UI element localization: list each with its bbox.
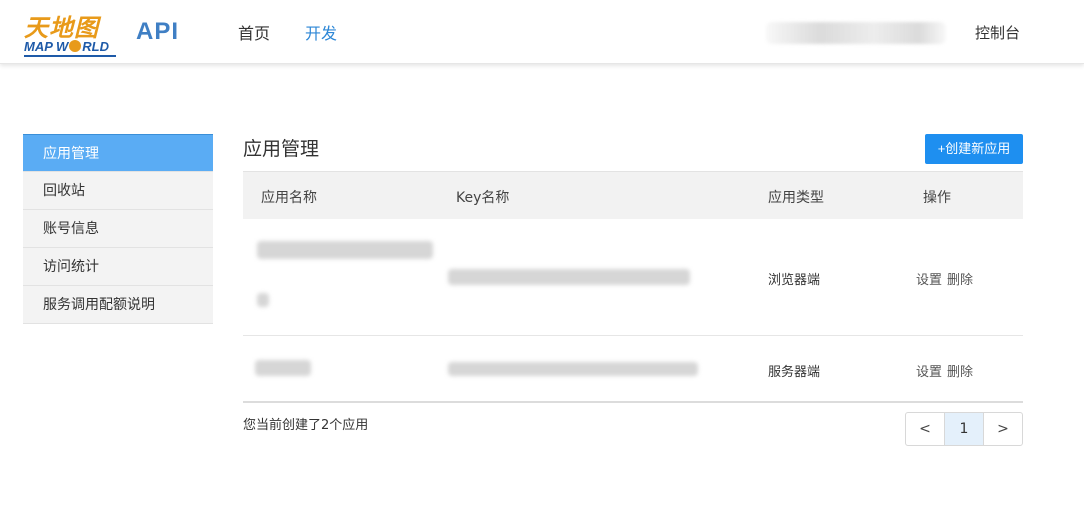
sidebar-item-access-stats[interactable]: 访问统计 <box>23 248 213 286</box>
api-label: API <box>136 18 180 45</box>
header-app-type: 应用类型 <box>768 190 824 206</box>
logo-english-text: MAP W RLD <box>24 39 110 54</box>
logo-chinese-text: 天地图 <box>24 13 99 42</box>
delete-link[interactable]: 删除 <box>947 269 973 288</box>
redacted-app-name <box>255 360 311 376</box>
page-title: 应用管理 <box>243 138 320 160</box>
apps-table: 应用名称 Key名称 应用类型 操作 浏览器端 设置 删除 服务器端 设置 删除 <box>243 171 1023 403</box>
redacted-app-name-extra <box>257 293 269 307</box>
redacted-key <box>448 269 690 285</box>
sidebar-item-account-info[interactable]: 账号信息 <box>23 210 213 248</box>
header-actions: 操作 <box>923 190 951 206</box>
nav-home-link[interactable]: 首页 <box>238 20 270 44</box>
sidebar-item-app-management[interactable]: 应用管理 <box>23 134 213 172</box>
header-app-name: 应用名称 <box>261 190 317 206</box>
tianditu-logo[interactable]: 天地图 MAP W RLD <box>24 8 120 58</box>
sidebar-item-recycle-bin[interactable]: 回收站 <box>23 172 213 210</box>
table-header: 应用名称 Key名称 应用类型 操作 <box>243 171 1023 219</box>
sidebar-item-quota-info[interactable]: 服务调用配额说明 <box>23 286 213 324</box>
pagination: < 1 > <box>905 412 1023 446</box>
redacted-username[interactable] <box>766 22 946 44</box>
globe-icon <box>69 40 82 52</box>
create-app-button[interactable]: +创建新应用 <box>925 134 1023 164</box>
table-row: 浏览器端 设置 删除 <box>243 219 1023 336</box>
redacted-app-name <box>257 241 433 259</box>
app-type: 浏览器端 <box>768 273 821 288</box>
settings-link[interactable]: 设置 <box>916 269 942 288</box>
settings-link[interactable]: 设置 <box>916 361 942 380</box>
delete-link[interactable]: 删除 <box>947 361 973 380</box>
top-header: 天地图 MAP W RLD API 首页 开发 控制台 <box>0 0 1084 64</box>
next-page-button[interactable]: > <box>983 413 1022 445</box>
prev-page-button[interactable]: < <box>906 413 944 445</box>
logo-underline <box>24 55 116 57</box>
redacted-key <box>448 362 698 376</box>
app-count-text: 您当前创建了2个应用 <box>243 418 369 433</box>
console-link[interactable]: 控制台 <box>975 22 1020 43</box>
table-row: 服务器端 设置 删除 <box>243 336 1023 403</box>
app-type: 服务器端 <box>768 365 821 380</box>
page-1-button[interactable]: 1 <box>944 413 983 445</box>
nav-develop-link[interactable]: 开发 <box>305 20 337 44</box>
sidebar: 应用管理 回收站 账号信息 访问统计 服务调用配额说明 <box>23 134 213 324</box>
header-key-name: Key名称 <box>456 190 510 206</box>
